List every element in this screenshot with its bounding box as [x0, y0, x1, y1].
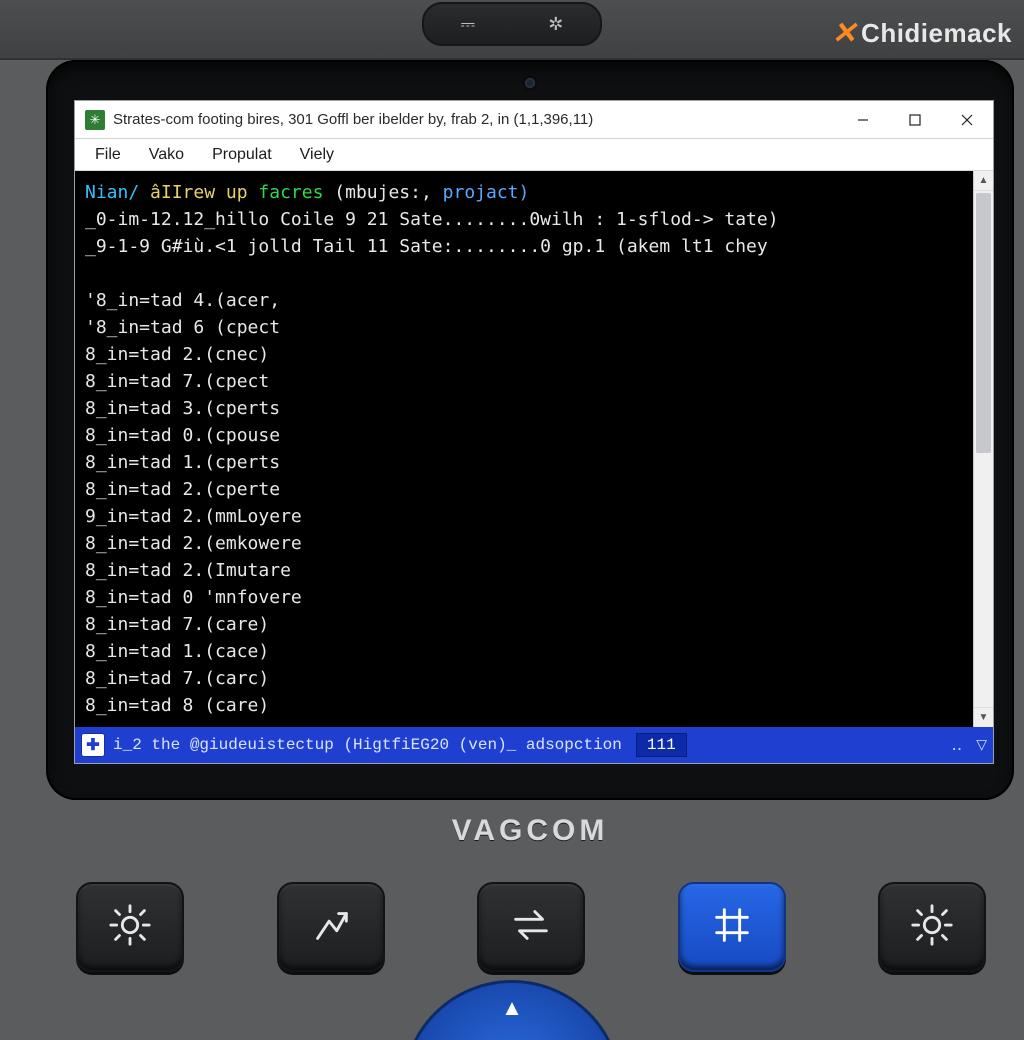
diag-button[interactable]	[277, 882, 385, 972]
scroll-down-arrow[interactable]: ▼	[974, 707, 993, 727]
dpad-up-icon[interactable]: ▲	[501, 995, 523, 1021]
statusbar: ✚ i_2 the @giudeuistectup (HigtfiEG20 (v…	[75, 727, 993, 763]
brand-top: ✕ Chidiemack	[831, 16, 1012, 51]
gear-icon	[107, 902, 153, 953]
device-brand-label: VAGCOM	[46, 814, 1014, 848]
usb-icon: ⎓	[461, 14, 475, 35]
terminal-token: âIIrew up	[150, 182, 258, 203]
gear-button-2[interactable]	[878, 882, 986, 972]
menu-file[interactable]: File	[83, 144, 133, 166]
close-icon	[961, 114, 973, 126]
menu-viely[interactable]: Viely	[288, 144, 346, 166]
hardware-button-row	[56, 872, 1006, 982]
gear-button[interactable]	[76, 882, 184, 972]
app-icon: ✳	[85, 110, 105, 130]
diag-icon	[308, 902, 354, 953]
dpad[interactable]: ▲	[402, 980, 622, 1040]
menu-vako[interactable]: Vako	[137, 144, 196, 166]
terminal-output[interactable]: Nian/ âIIrew up facres (mbujes:, projact…	[75, 171, 973, 727]
menubar: File Vako Propulat Viely	[75, 139, 993, 171]
terminal-token: projact)	[443, 182, 530, 203]
statusbar-add-button[interactable]: ✚	[81, 733, 105, 757]
statusbar-filter-icon[interactable]: ▽	[976, 737, 987, 754]
grid-button-blue[interactable]	[678, 882, 786, 972]
minimize-icon	[857, 114, 869, 126]
statusbar-dots-icon[interactable]: ‥	[952, 735, 963, 755]
window-title: Strates-com footing bires, 301 Goffl ber…	[113, 111, 837, 128]
device-bezel: ✳ Strates-com footing bires, 301 Goffl b…	[46, 60, 1014, 800]
brand-name: Chidiemack	[861, 18, 1012, 49]
app-window: ✳ Strates-com footing bires, 301 Goffl b…	[74, 100, 994, 764]
brand-x-icon: ✕	[831, 16, 857, 51]
titlebar[interactable]: ✳ Strates-com footing bires, 301 Goffl b…	[75, 101, 993, 139]
terminal-token: (mbujes:,	[334, 182, 442, 203]
maximize-button[interactable]	[889, 101, 941, 138]
menu-propulat[interactable]: Propulat	[200, 144, 284, 166]
minimize-button[interactable]	[837, 101, 889, 138]
scroll-up-arrow[interactable]: ▲	[974, 171, 993, 191]
spark-icon: ✲	[548, 14, 563, 35]
vertical-scrollbar[interactable]: ▲ ▼	[973, 171, 993, 727]
maximize-icon	[909, 114, 921, 126]
statusbar-number: 111	[636, 733, 687, 757]
swap-icon	[508, 902, 554, 953]
device-top-bar: ⎓ ✲ ✕ Chidiemack	[0, 0, 1024, 60]
window-controls	[837, 101, 993, 138]
terminal-token: facres	[258, 182, 334, 203]
gear-icon	[909, 902, 955, 953]
grid-icon	[709, 902, 755, 953]
camera-dot	[525, 78, 535, 88]
close-button[interactable]	[941, 101, 993, 138]
terminal-token: Nian/	[85, 182, 150, 203]
statusbar-path: i_2 the @giudeuistectup (HigtfiEG20 (ven…	[113, 736, 622, 754]
top-pill: ⎓ ✲	[422, 2, 602, 46]
scroll-thumb[interactable]	[976, 193, 991, 453]
swap-button[interactable]	[477, 882, 585, 972]
